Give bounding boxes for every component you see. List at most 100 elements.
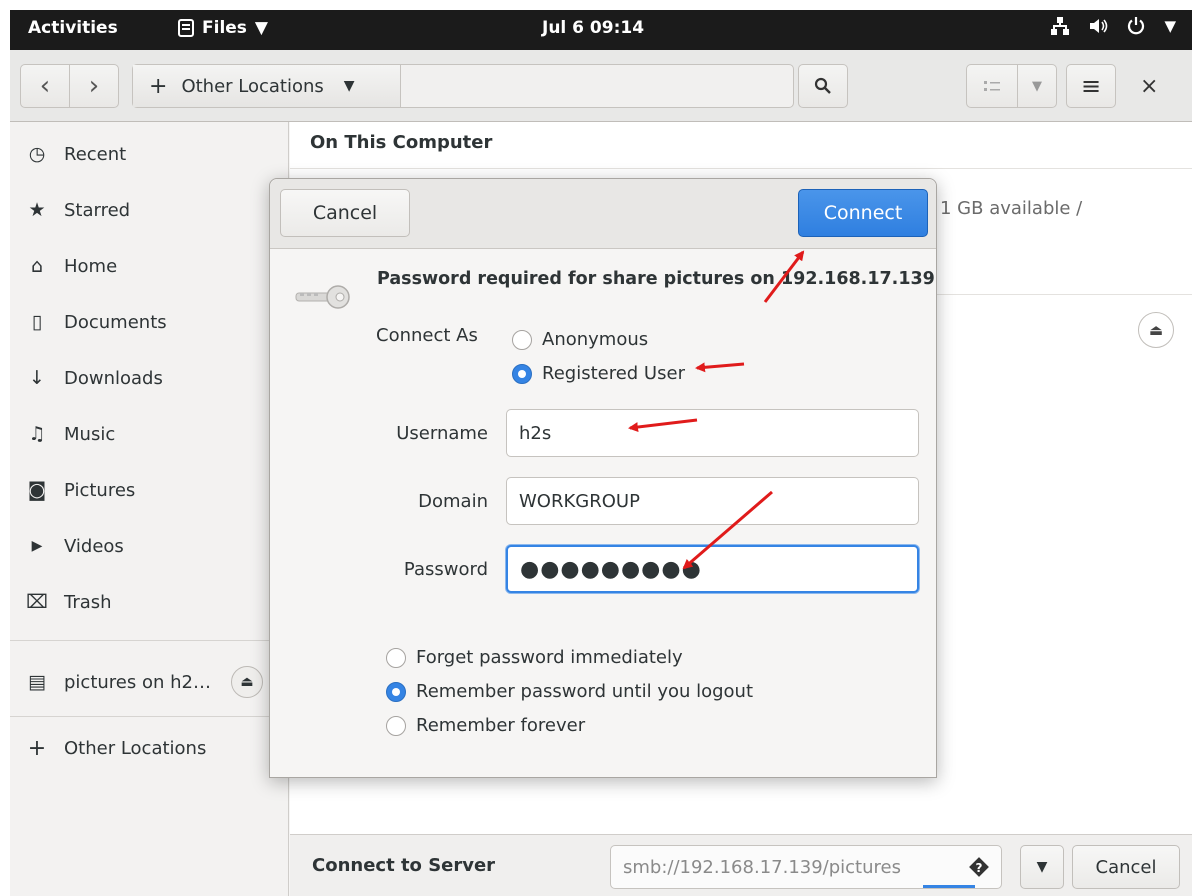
domain-label: Domain — [418, 491, 488, 512]
location-label: Other Locations — [181, 75, 324, 97]
sidebar-item-label: Other Locations — [64, 737, 207, 759]
plus-icon: + — [149, 73, 168, 99]
view-options-button[interactable]: ▼ — [1017, 64, 1057, 108]
list-view-icon — [984, 81, 1000, 91]
sidebar-item-downloads[interactable]: ↓ Downloads — [10, 350, 289, 406]
radio-indicator — [386, 715, 406, 736]
sidebar-item-label: Pictures — [64, 479, 136, 501]
connect-to-server-bar: Connect to Server smb://192.168.17.139/p… — [290, 834, 1192, 896]
dialog-connect-button[interactable]: Connect — [798, 189, 928, 237]
caret-down-icon: ▼ — [1036, 859, 1048, 875]
sidebar-item-label: Trash — [64, 591, 112, 613]
view-caret-icon: ▼ — [1032, 78, 1042, 94]
activities-button[interactable]: Activities — [28, 18, 118, 38]
sidebar-item-trash[interactable]: ⌧ Trash — [10, 574, 289, 630]
cancel-connect-button[interactable]: Cancel — [1072, 845, 1180, 889]
dialog-header: Cancel Connect — [270, 179, 936, 249]
sidebar-separator — [10, 716, 289, 717]
password-mask: ●●●●●●●●● — [520, 556, 702, 582]
domain-field[interactable]: WORKGROUP — [506, 477, 919, 525]
sidebar-item-music[interactable]: ♫ Music — [10, 406, 289, 462]
back-button[interactable]: ‹ — [20, 64, 70, 108]
top-bar: Activities Files ▼ Jul 6 09:14 ▼ — [10, 10, 1192, 50]
trash-icon: ⌧ — [26, 591, 48, 613]
back-icon: ‹ — [39, 71, 51, 101]
server-address-input[interactable]: smb://192.168.17.139/pictures ? — [610, 845, 1002, 889]
download-icon: ↓ — [29, 367, 45, 389]
app-menu[interactable]: Files ▼ — [178, 18, 268, 38]
files-app-icon — [178, 19, 194, 37]
dialog-cancel-button[interactable]: Cancel — [280, 189, 410, 237]
forward-icon: › — [88, 71, 100, 101]
sidebar-separator — [10, 640, 289, 641]
tray-caret-icon: ▼ — [1164, 17, 1176, 35]
sidebar-item-documents[interactable]: ▯ Documents — [10, 294, 289, 350]
anonymous-label: Anonymous — [542, 329, 649, 350]
sidebar-item-other-locations[interactable]: + Other Locations — [10, 720, 289, 776]
remember-forever-radio[interactable]: Remember forever — [386, 715, 585, 736]
system-tray[interactable]: ▼ — [1050, 16, 1176, 36]
radio-indicator-selected — [512, 363, 532, 384]
remember-logout-radio[interactable]: Remember password until you logout — [386, 681, 753, 702]
forget-password-radio[interactable]: Forget password immediately — [386, 647, 683, 668]
search-button[interactable] — [798, 64, 848, 108]
radio-indicator-selected — [386, 681, 406, 702]
header-bar: ‹ › + Other Locations ▼ ▼ ≡ × — [10, 50, 1192, 122]
home-icon: ⌂ — [30, 255, 44, 277]
anonymous-radio[interactable]: Anonymous — [512, 329, 648, 350]
sidebar-item-starred[interactable]: ★ Starred — [10, 182, 289, 238]
sidebar-item-label: Videos — [64, 535, 124, 557]
recent-servers-button[interactable]: ▼ — [1020, 845, 1064, 889]
star-icon: ★ — [28, 199, 46, 221]
sidebar-item-label: pictures on h2… — [64, 671, 211, 693]
sidebar-item-label: Home — [64, 255, 118, 277]
menu-button[interactable]: ≡ — [1066, 64, 1116, 108]
sidebar-item-label: Documents — [64, 311, 167, 333]
password-field[interactable]: ●●●●●●●●● — [506, 545, 919, 593]
view-toggle-button[interactable] — [966, 64, 1018, 108]
radio-indicator — [512, 329, 532, 350]
svg-text:?: ? — [976, 861, 983, 875]
section-title: On This Computer — [310, 132, 493, 153]
power-icon — [1128, 17, 1145, 35]
remember-logout-label: Remember password until you logout — [416, 681, 754, 702]
location-caret-icon: ▼ — [343, 78, 355, 94]
close-button[interactable]: × — [1140, 74, 1158, 99]
sidebar-item-label: Music — [64, 423, 116, 445]
music-icon: ♫ — [28, 423, 46, 445]
eject-icon: ⏏ — [1148, 321, 1164, 339]
sidebar-item-label: Downloads — [64, 367, 163, 389]
sidebar-item-label: Starred — [64, 199, 131, 221]
network-drive-icon: ▤ — [28, 671, 46, 693]
text-cursor-underline — [923, 885, 975, 888]
eject-icon[interactable]: ⏏ — [230, 666, 263, 698]
sidebar-item-videos[interactable]: ▶ Videos — [10, 518, 289, 574]
sidebar: ◷ Recent ★ Starred ⌂ Home ▯ Documents ↓ Downl… — [10, 122, 289, 896]
domain-value: WORKGROUP — [519, 490, 640, 512]
location-button[interactable]: + Other Locations ▼ — [133, 65, 401, 107]
path-bar: + Other Locations ▼ — [132, 64, 794, 108]
clock[interactable]: Jul 6 09:14 — [542, 18, 644, 38]
available-space: 1 GB available / — [940, 198, 1083, 219]
help-icon[interactable]: ? — [969, 856, 989, 878]
document-icon: ▯ — [31, 311, 43, 333]
sidebar-item-recent[interactable]: ◷ Recent — [10, 126, 289, 182]
app-menu-label: Files — [202, 18, 247, 38]
close-icon: × — [1140, 74, 1159, 99]
username-field[interactable]: h2s — [506, 409, 919, 457]
eject-button[interactable]: ⏏ — [1138, 312, 1174, 348]
volume-icon — [1090, 19, 1108, 33]
search-icon — [814, 77, 831, 94]
registered-user-radio[interactable]: Registered User — [512, 363, 685, 384]
divider — [290, 168, 1192, 169]
forward-button[interactable]: › — [69, 64, 119, 108]
sidebar-item-home[interactable]: ⌂ Home — [10, 238, 289, 294]
registered-user-label: Registered User — [542, 363, 685, 384]
password-label: Password — [403, 559, 488, 580]
dialog-message: Password required for share pictures on … — [377, 269, 935, 289]
sidebar-item-mounted-share[interactable]: ▤ pictures on h2… ⏏ — [10, 654, 289, 710]
forget-password-label: Forget password immediately — [416, 647, 683, 668]
sidebar-item-pictures[interactable]: ◙ Pictures — [10, 462, 289, 518]
remember-forever-label: Remember forever — [416, 715, 586, 736]
key-icon — [295, 285, 350, 309]
